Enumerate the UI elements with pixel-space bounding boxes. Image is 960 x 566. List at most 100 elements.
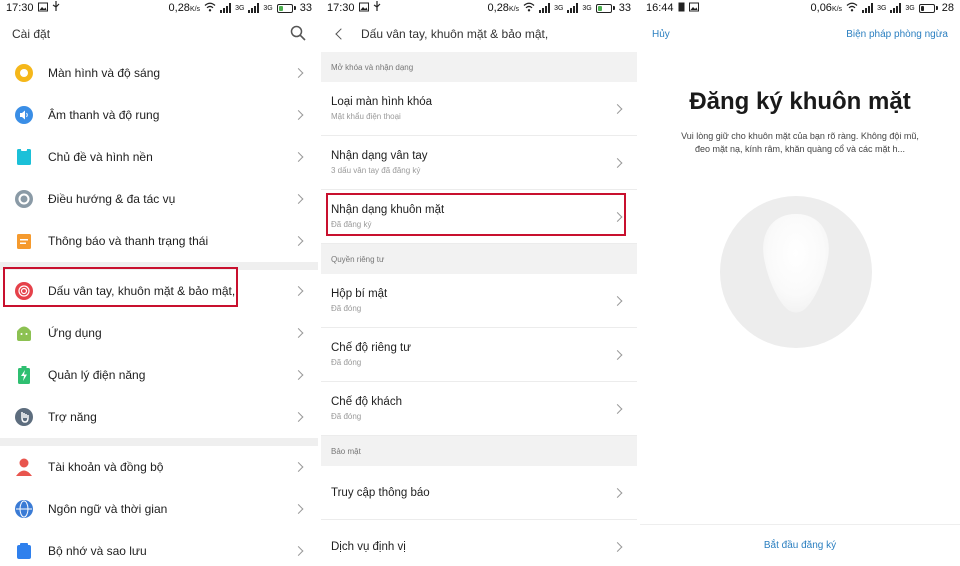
settings-item-apps[interactable]: Ứng dụng xyxy=(0,312,318,354)
security-header: Dấu vân tay, khuôn mặt & bảo mật, xyxy=(321,16,637,52)
list-item-fingerprint[interactable]: Nhận dạng vân tay 3 dấu vân tay đã đăng … xyxy=(321,136,637,190)
battery-icon xyxy=(276,3,296,13)
list-item-notification-access[interactable]: Truy cập thông báo xyxy=(321,466,637,520)
chevron-right-icon xyxy=(293,194,304,204)
settings-item-label: Âm thanh và độ rung xyxy=(48,108,160,122)
settings-item-language[interactable]: Ngôn ngữ và thời gian xyxy=(0,488,318,530)
settings-item-label: Bộ nhớ và sao lưu xyxy=(48,544,147,558)
search-icon[interactable] xyxy=(290,25,306,44)
settings-item-accounts[interactable]: Tài khoản và đồng bộ xyxy=(0,446,318,488)
signal-2-icon xyxy=(890,3,902,13)
network-speed-value: 0,06 xyxy=(810,2,832,14)
chevron-right-icon xyxy=(293,236,304,246)
status-bar: 17:30 0,28K/s 3G 3G 33 xyxy=(0,0,318,16)
face-registration-panel: 16:44 0,06K/s 3G 3G 28 Hủy Biện pháp phò… xyxy=(640,0,960,566)
storage-icon xyxy=(14,541,34,561)
network-speed-unit: K/s xyxy=(508,6,520,13)
list-item-title: Dịch vụ định vị xyxy=(331,540,406,553)
battery-percent: 28 xyxy=(941,2,954,14)
list-item-subtitle: Đã đóng xyxy=(331,304,362,313)
theme-icon xyxy=(14,147,34,167)
chevron-right-icon xyxy=(293,286,304,296)
usb-icon xyxy=(52,1,60,15)
settings-item-label: Thông báo và thanh trạng thái xyxy=(48,234,209,248)
page-title: Dấu vân tay, khuôn mặt & bảo mật, xyxy=(361,27,549,41)
list-item-guest-mode[interactable]: Chế độ khách Đã đóng xyxy=(321,382,637,436)
settings-item-power[interactable]: Quản lý điện năng xyxy=(0,354,318,396)
signal-2-icon xyxy=(567,3,579,13)
network-speed-value: 0,28 xyxy=(168,2,190,14)
cancel-link[interactable]: Hủy xyxy=(652,29,670,40)
settings-item-label: Quản lý điện năng xyxy=(48,368,146,382)
gallery-notification-icon xyxy=(37,2,48,15)
settings-group-3: Tài khoản và đồng bộ Ngôn ngữ và thời gi… xyxy=(0,446,318,566)
settings-item-accessibility[interactable]: Trợ năng xyxy=(0,396,318,438)
wifi-icon xyxy=(523,2,535,15)
status-time: 17:30 xyxy=(327,2,355,14)
notification-icon xyxy=(14,231,34,251)
instruction-text: Vui lòng giữ cho khuôn mặt của bạn rõ rà… xyxy=(681,131,919,154)
list-item-subtitle: 3 dấu vân tay đã đăng ký xyxy=(331,166,421,175)
screenshot-composite: 17:30 0,28K/s 3G 3G 33 Cài đặt Màn hình … xyxy=(0,0,960,566)
battery-percent: 33 xyxy=(618,2,631,14)
chevron-right-icon xyxy=(293,370,304,380)
list-item-lock-screen-type[interactable]: Loại màn hình khóa Mật khẩu điện thoại xyxy=(321,82,637,136)
list-item-secret-box[interactable]: Hộp bí mật Đã đóng xyxy=(321,274,637,328)
net-type-2: 3G xyxy=(582,4,592,12)
settings-item-sound[interactable]: Âm thanh và độ rung xyxy=(0,94,318,136)
settings-item-label: Chủ đề và hình nền xyxy=(48,150,153,164)
settings-item-storage[interactable]: Bộ nhớ và sao lưu xyxy=(0,530,318,566)
signal-1-icon xyxy=(862,3,874,13)
battery-icon xyxy=(595,3,615,13)
sun-icon xyxy=(14,63,34,83)
precautions-link[interactable]: Biện pháp phòng ngừa xyxy=(846,29,948,40)
list-item-title: Nhận dạng vân tay xyxy=(331,150,428,162)
chevron-right-icon xyxy=(293,462,304,472)
status-time: 17:30 xyxy=(6,2,34,14)
battery-percent: 33 xyxy=(299,2,312,14)
network-speed-unit: K/s xyxy=(831,6,843,13)
section-header-unlock: Mở khóa và nhận dạng xyxy=(321,52,637,82)
navigation-icon xyxy=(14,189,34,209)
face-silhouette-icon xyxy=(763,214,829,313)
network-speed: 0,28K/s xyxy=(488,2,520,14)
list-item-title: Loại màn hình khóa xyxy=(331,96,433,108)
network-speed-unit: K/s xyxy=(189,6,201,13)
status-time: 16:44 xyxy=(646,2,674,14)
chevron-right-icon xyxy=(293,152,304,162)
net-type-1: 3G xyxy=(554,4,564,12)
security-panel: 17:30 0,28K/s 3G 3G 33 Dấu vân tay, khuô… xyxy=(321,0,637,566)
signal-1-icon xyxy=(220,3,232,13)
settings-item-label: Màn hình và độ sáng xyxy=(48,66,161,80)
network-speed: 0,06K/s xyxy=(811,2,843,14)
net-type-2: 3G xyxy=(263,4,273,12)
chevron-right-icon xyxy=(293,412,304,422)
net-type-1: 3G xyxy=(877,4,887,12)
list-item-title: Hộp bí mật xyxy=(331,288,388,300)
settings-item-display[interactable]: Màn hình và độ sáng xyxy=(0,52,318,94)
settings-item-notifications[interactable]: Thông báo và thanh trạng thái xyxy=(0,220,318,262)
highlight-box-face-recognition xyxy=(326,193,626,236)
list-item-privacy-mode[interactable]: Chế độ riêng tư Đã đóng xyxy=(321,328,637,382)
signal-1-icon xyxy=(539,3,551,13)
signal-2-icon xyxy=(248,3,260,13)
list-item-location-service[interactable]: Dịch vụ định vị xyxy=(321,520,637,566)
settings-panel: 17:30 0,28K/s 3G 3G 33 Cài đặt Màn hình … xyxy=(0,0,318,566)
wifi-icon xyxy=(204,2,216,15)
face-outline-illustration xyxy=(720,196,872,348)
back-arrow-icon[interactable] xyxy=(335,28,347,40)
list-item-subtitle: Đã đóng xyxy=(331,358,362,367)
list-item-title: Chế độ khách xyxy=(331,396,402,408)
wifi-icon xyxy=(846,2,858,15)
status-bar: 17:30 0,28K/s 3G 3G 33 xyxy=(321,0,637,16)
start-registration-button[interactable]: Bắt đầu đăng ký xyxy=(640,524,960,566)
settings-item-navigation[interactable]: Điều hướng & đa tác vụ xyxy=(0,178,318,220)
settings-item-label: Điều hướng & đa tác vụ xyxy=(48,192,176,206)
speaker-icon xyxy=(14,105,34,125)
settings-item-theme[interactable]: Chủ đề và hình nền xyxy=(0,136,318,178)
sim-icon xyxy=(678,2,685,15)
network-speed: 0,28K/s xyxy=(169,2,201,14)
battery-icon xyxy=(918,3,938,13)
net-type-2: 3G xyxy=(905,4,915,12)
person-icon xyxy=(14,457,34,477)
